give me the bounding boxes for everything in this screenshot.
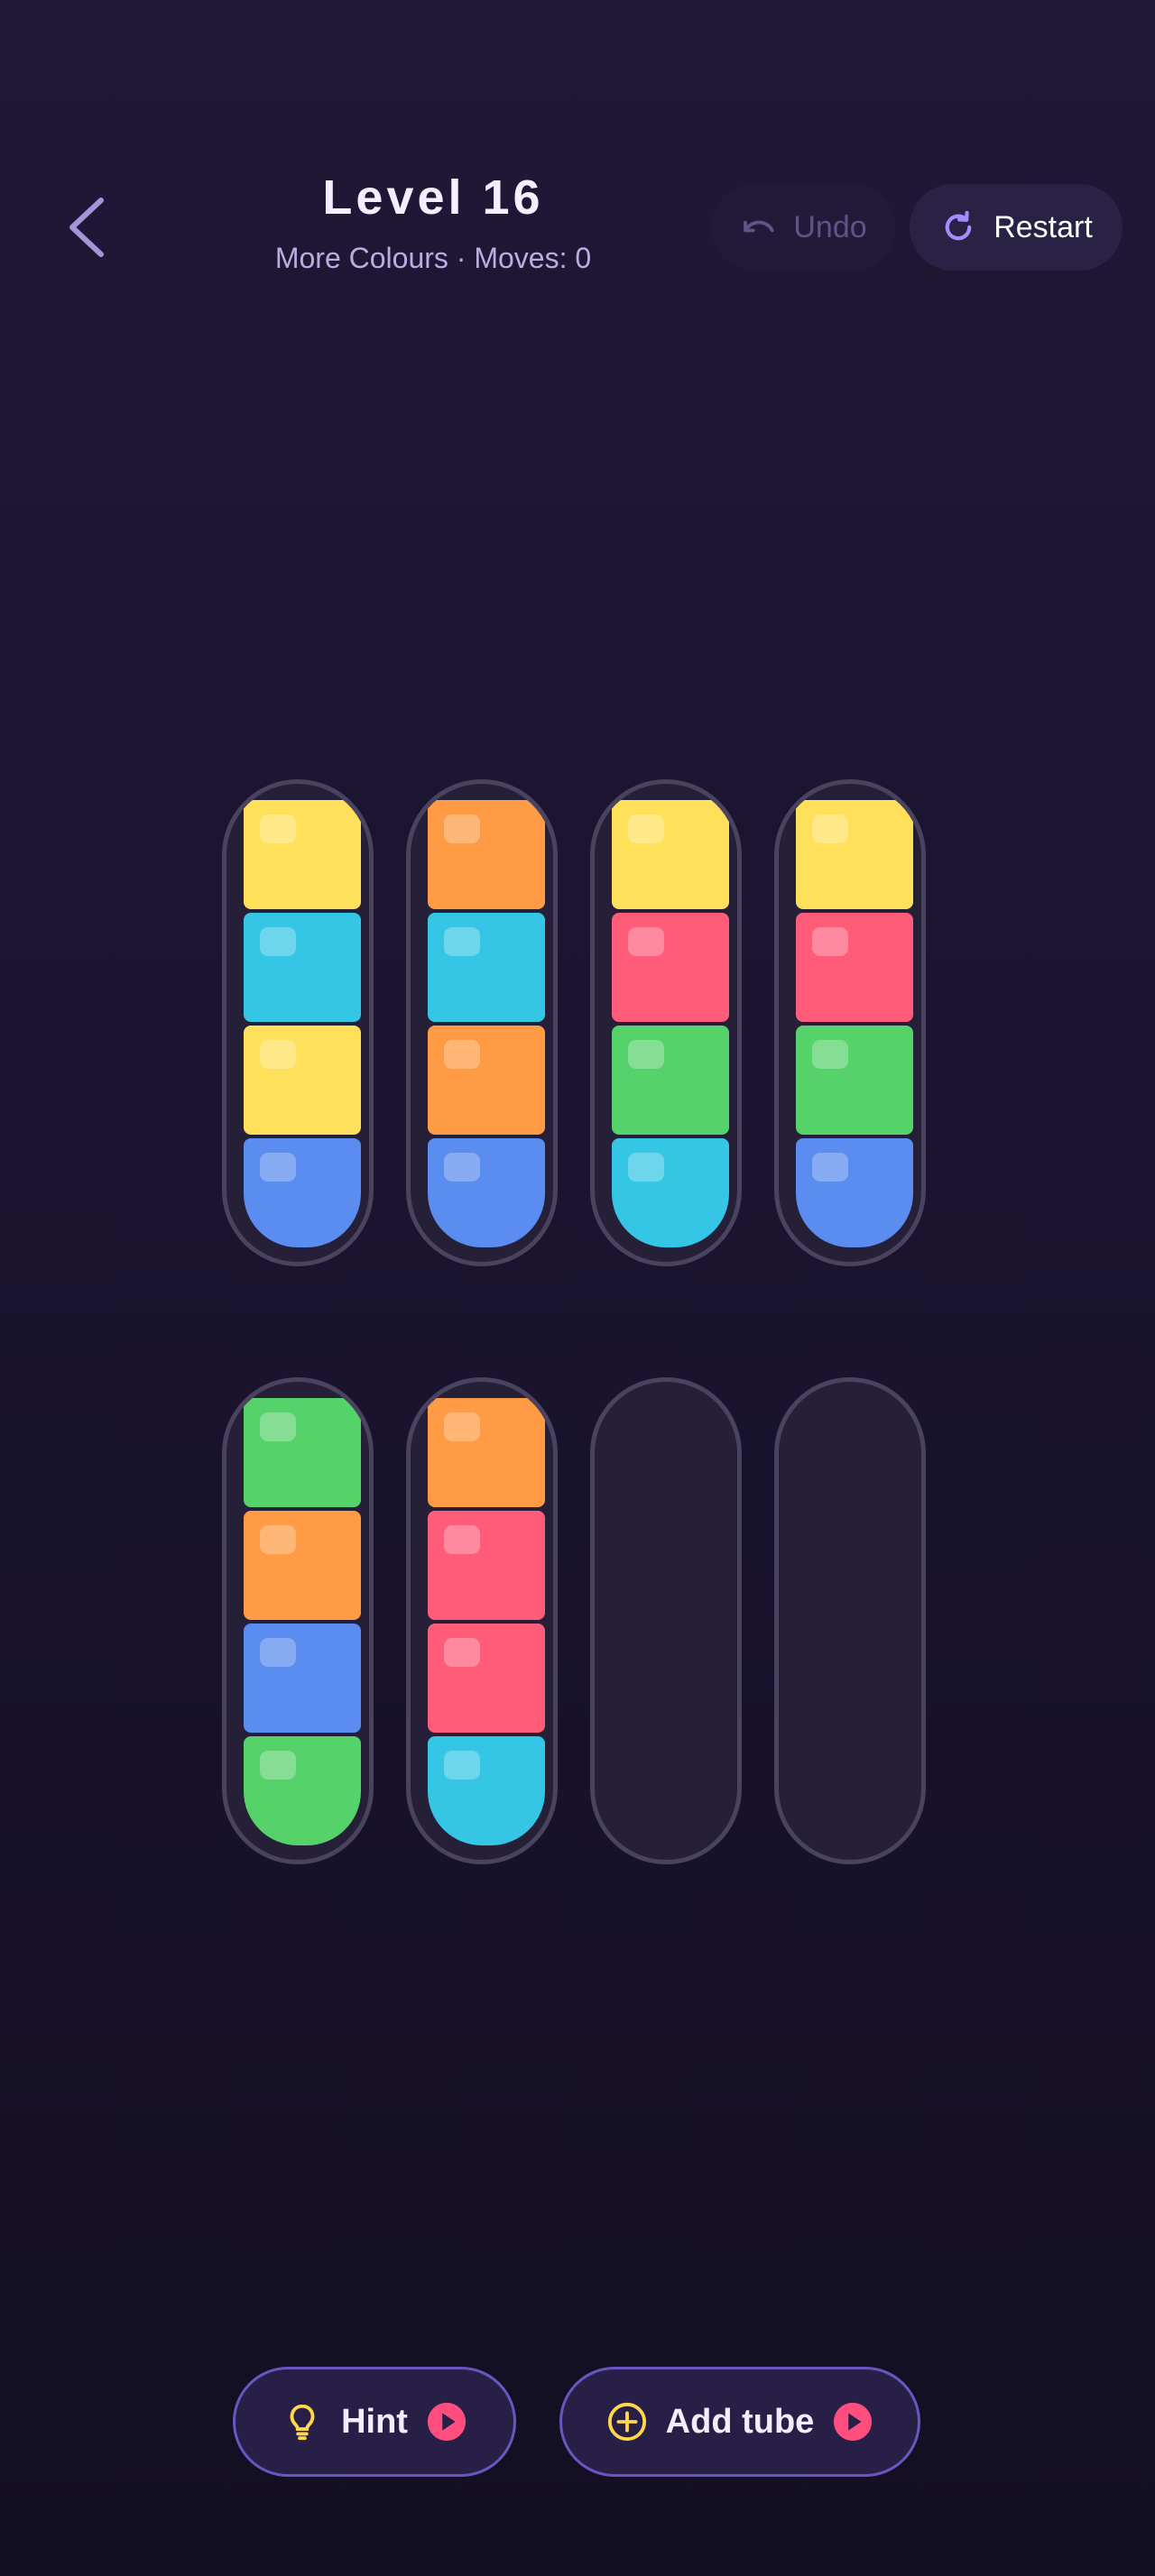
add-tube-label: Add tube — [665, 2402, 815, 2441]
block-highlight — [444, 1638, 480, 1667]
blue-block — [244, 1624, 361, 1733]
block-highlight — [628, 814, 664, 843]
video-ad-icon — [427, 2402, 467, 2442]
green-block — [796, 1026, 913, 1135]
block-highlight — [260, 1040, 296, 1069]
undo-icon — [744, 220, 775, 233]
pink-block — [428, 1511, 545, 1620]
orange-block — [244, 1511, 361, 1620]
block-highlight — [628, 927, 664, 956]
tube-2[interactable] — [406, 779, 558, 1266]
green-block — [612, 1026, 729, 1135]
hint-button[interactable]: Hint — [233, 2367, 516, 2477]
block-highlight — [628, 1153, 664, 1182]
tube-1[interactable] — [222, 779, 374, 1266]
undo-label: Undo — [793, 209, 867, 244]
blue-block — [244, 1138, 361, 1247]
undo-button[interactable]: Undo — [711, 184, 895, 271]
tube-3[interactable] — [590, 779, 742, 1266]
restart-label: Restart — [993, 209, 1093, 244]
orange-block — [428, 800, 545, 909]
restart-button[interactable]: Restart — [910, 184, 1123, 271]
block-highlight — [260, 1153, 296, 1182]
block-highlight — [812, 1153, 848, 1182]
yellow-block — [244, 1026, 361, 1135]
cyan-block — [428, 1736, 545, 1845]
add-tube-button[interactable]: Add tube — [559, 2367, 920, 2477]
yellow-block — [612, 800, 729, 909]
block-highlight — [444, 1040, 480, 1069]
blue-block — [796, 1138, 913, 1247]
block-highlight — [628, 1040, 664, 1069]
video-ad-icon — [834, 2402, 873, 2442]
chevron-left-icon — [69, 198, 104, 257]
green-block — [244, 1398, 361, 1507]
block-highlight — [260, 927, 296, 956]
tube-7[interactable] — [590, 1377, 742, 1864]
orange-block — [428, 1398, 545, 1507]
restart-icon — [945, 210, 972, 241]
block-highlight — [260, 1638, 296, 1667]
block-highlight — [444, 814, 480, 843]
block-highlight — [260, 1525, 296, 1554]
level-title: Level 16 — [322, 170, 544, 225]
block-highlight — [444, 1153, 480, 1182]
green-block — [244, 1736, 361, 1845]
block-highlight — [444, 1412, 480, 1441]
block-highlight — [812, 1040, 848, 1069]
pink-block — [428, 1624, 545, 1733]
block-highlight — [260, 814, 296, 843]
block-highlight — [444, 927, 480, 956]
cyan-block — [244, 913, 361, 1022]
pink-block — [612, 913, 729, 1022]
tube-4[interactable] — [774, 779, 926, 1266]
cyan-block — [428, 913, 545, 1022]
lightbulb-icon — [290, 2404, 315, 2441]
block-highlight — [812, 927, 848, 956]
cyan-block — [612, 1138, 729, 1247]
yellow-block — [796, 800, 913, 909]
block-highlight — [444, 1751, 480, 1780]
orange-block — [428, 1026, 545, 1135]
block-highlight — [812, 814, 848, 843]
hint-label: Hint — [341, 2402, 408, 2441]
block-highlight — [260, 1751, 296, 1780]
back-button[interactable] — [54, 180, 117, 271]
tube-8[interactable] — [774, 1377, 926, 1864]
tube-5[interactable] — [222, 1377, 374, 1864]
plus-circle-icon — [607, 2402, 646, 2442]
block-highlight — [444, 1525, 480, 1554]
tube-6[interactable] — [406, 1377, 558, 1864]
yellow-block — [244, 800, 361, 909]
blue-block — [428, 1138, 545, 1247]
pink-block — [796, 913, 913, 1022]
level-subtitle: More Colours · Moves: 0 — [274, 242, 592, 274]
block-highlight — [260, 1412, 296, 1441]
